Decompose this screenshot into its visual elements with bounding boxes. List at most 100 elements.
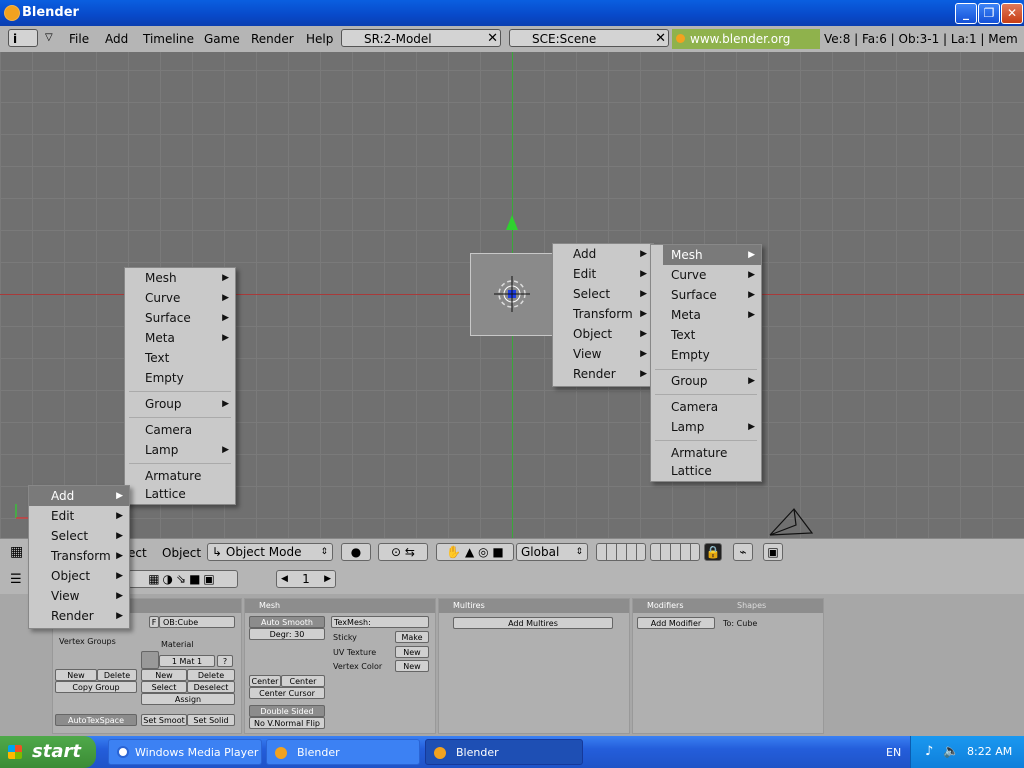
add-multires-button[interactable]: Add Multires — [453, 617, 613, 629]
left-toolbox-item-transform[interactable]: Transform ▶ — [29, 546, 129, 566]
set-solid-button[interactable]: Set Solid — [187, 714, 235, 726]
task-windows-media-player[interactable]: Windows Media Player — [108, 739, 262, 765]
language-indicator[interactable]: EN — [886, 746, 901, 759]
layer-buttons-b[interactable] — [650, 543, 700, 561]
left-add-item-surface[interactable]: Surface ▶ — [125, 308, 235, 328]
left-add-item-mesh[interactable]: Mesh ▶ — [125, 268, 235, 288]
no-vnormal-flip-button[interactable]: No V.Normal Flip — [249, 717, 325, 729]
autotexspace-button[interactable]: AutoTexSpace — [55, 714, 137, 726]
left-add-item-camera[interactable]: Camera — [125, 420, 235, 440]
material-slot-field[interactable]: 1 Mat 1 — [159, 655, 215, 667]
screen-delete-icon[interactable]: ✕ — [487, 30, 498, 48]
start-button[interactable]: start — [0, 736, 96, 768]
pivot-selector[interactable]: ⊙ ⇆ — [378, 543, 428, 561]
tab-modifiers[interactable]: Modifiers — [647, 601, 684, 610]
context-tabs[interactable]: ▦◑⇘■▣ — [128, 570, 238, 588]
layer-buttons-a[interactable] — [596, 543, 646, 561]
double-sided-button[interactable]: Double Sided — [249, 705, 325, 717]
toolbox-item-view[interactable]: View ▶ — [553, 344, 653, 364]
close-button[interactable]: ✕ — [1001, 3, 1023, 24]
menu-timeline[interactable]: Timeline — [143, 32, 194, 46]
draw-type-selector[interactable]: ● — [341, 543, 371, 561]
auto-smooth-button[interactable]: Auto Smooth — [249, 616, 325, 628]
center-button[interactable]: Center — [249, 675, 281, 687]
add-item-empty[interactable]: Empty — [651, 345, 761, 365]
add-item-camera[interactable]: Camera — [651, 397, 761, 417]
toolbox-item-edit[interactable]: Edit ▶ — [553, 264, 653, 284]
material-select-button[interactable]: Select — [141, 681, 187, 693]
camera-object-icon[interactable] — [766, 505, 816, 538]
screen-selector[interactable]: SR:2-Model ✕ — [341, 29, 501, 47]
uv-texture-new-button[interactable]: New — [395, 646, 429, 658]
texmesh-field[interactable]: TexMesh: — [331, 616, 429, 628]
menu-help[interactable]: Help — [306, 32, 333, 46]
left-toolbox-item-select[interactable]: Select ▶ — [29, 526, 129, 546]
center-cursor-button[interactable]: Center Cursor — [249, 687, 325, 699]
speaker-icon[interactable]: 🔈 — [943, 744, 959, 759]
center-new-button[interactable]: Center New — [281, 675, 325, 698]
collapse-arrow-icon[interactable]: ▽ — [45, 32, 53, 43]
mode-selector[interactable]: ↳ Object Mode ⇕ — [207, 543, 333, 561]
vgroup-delete-button[interactable]: Delete — [97, 669, 137, 681]
set-smooth-button[interactable]: Set Smoot — [141, 714, 187, 726]
left-toolbox-item-edit[interactable]: Edit ▶ — [29, 506, 129, 526]
left-add-item-lamp[interactable]: Lamp ▶ — [125, 440, 235, 460]
add-item-lattice[interactable]: Lattice — [651, 461, 761, 481]
minimize-button[interactable]: _ — [955, 3, 977, 24]
left-add-item-meta[interactable]: Meta ▶ — [125, 328, 235, 348]
object-name-field[interactable]: OB:Cube — [159, 616, 235, 628]
toolbox-item-select[interactable]: Select ▶ — [553, 284, 653, 304]
menu-add[interactable]: Add — [105, 32, 128, 46]
link-icon[interactable]: ⌁ — [733, 543, 753, 561]
scene-selector[interactable]: SCE:Scene ✕ — [509, 29, 669, 47]
editor-type-buttons-icon[interactable]: ☰ — [10, 572, 22, 587]
menu-game[interactable]: Game — [204, 32, 240, 46]
material-help-button[interactable]: ? — [217, 655, 233, 667]
decrement-arrow-icon[interactable]: ◀ — [281, 571, 288, 587]
left-toolbox-item-view[interactable]: View ▶ — [29, 586, 129, 606]
material-deselect-button[interactable]: Deselect — [187, 681, 235, 693]
menu-select[interactable]: ect — [128, 546, 147, 560]
task-blender-1[interactable]: Blender — [266, 739, 420, 765]
left-toolbox-item-render[interactable]: Render ▶ — [29, 606, 129, 626]
add-item-mesh[interactable]: Mesh ▶ — [663, 245, 761, 265]
left-add-item-armature[interactable]: Armature — [125, 466, 235, 486]
left-add-item-text[interactable]: Text — [125, 348, 235, 368]
material-new-button[interactable]: New — [141, 669, 187, 681]
add-item-text[interactable]: Text — [651, 325, 761, 345]
info-icon-button[interactable]: i — [8, 29, 38, 47]
manipulator-toggle[interactable]: ✋ ▲ ◎ ■ — [436, 543, 514, 561]
material-delete-button[interactable]: Delete — [187, 669, 235, 681]
maximize-button[interactable]: ❐ — [978, 3, 1000, 24]
fake-user-button[interactable]: F — [149, 616, 159, 628]
left-add-item-curve[interactable]: Curve ▶ — [125, 288, 235, 308]
left-toolbox-item-object[interactable]: Object ▶ — [29, 566, 129, 586]
copy-group-button[interactable]: Copy Group — [55, 681, 137, 693]
frame-field[interactable]: ◀ 1 ▶ — [276, 570, 336, 588]
left-toolbox-item-add[interactable]: Add ▶ — [29, 486, 129, 506]
degree-field[interactable]: Degr: 30 — [249, 628, 325, 640]
add-item-group[interactable]: Group ▶ — [651, 371, 761, 391]
vgroup-new-button[interactable]: New — [55, 669, 97, 681]
increment-arrow-icon[interactable]: ▶ — [324, 571, 331, 587]
add-item-surface[interactable]: Surface ▶ — [651, 285, 761, 305]
tab-shapes[interactable]: Shapes — [737, 599, 766, 613]
menu-render[interactable]: Render — [251, 32, 294, 46]
task-blender-2-active[interactable]: Blender — [425, 739, 583, 765]
manipulator-widget[interactable] — [490, 210, 540, 320]
toolbox-item-transform[interactable]: Transform ▶ — [553, 304, 653, 324]
toolbox-item-add[interactable]: Add ▶ — [553, 244, 653, 264]
toolbox-item-render[interactable]: Render ▶ — [553, 364, 653, 384]
add-item-armature[interactable]: Armature — [651, 443, 761, 463]
window-title-bar[interactable]: Blender _ ❐ ✕ — [0, 0, 1024, 26]
menu-object[interactable]: Object — [162, 546, 201, 560]
left-add-item-empty[interactable]: Empty — [125, 368, 235, 388]
add-modifier-button[interactable]: Add Modifier — [637, 617, 715, 629]
orientation-selector[interactable]: Global ⇕ — [516, 543, 588, 561]
toolbox-item-object[interactable]: Object ▶ — [553, 324, 653, 344]
add-item-meta[interactable]: Meta ▶ — [651, 305, 761, 325]
editor-type-grid-icon[interactable]: ▦ — [10, 544, 23, 560]
sticky-make-button[interactable]: Make — [395, 631, 429, 643]
material-swatch[interactable] — [141, 651, 159, 669]
scene-delete-icon[interactable]: ✕ — [655, 30, 666, 48]
